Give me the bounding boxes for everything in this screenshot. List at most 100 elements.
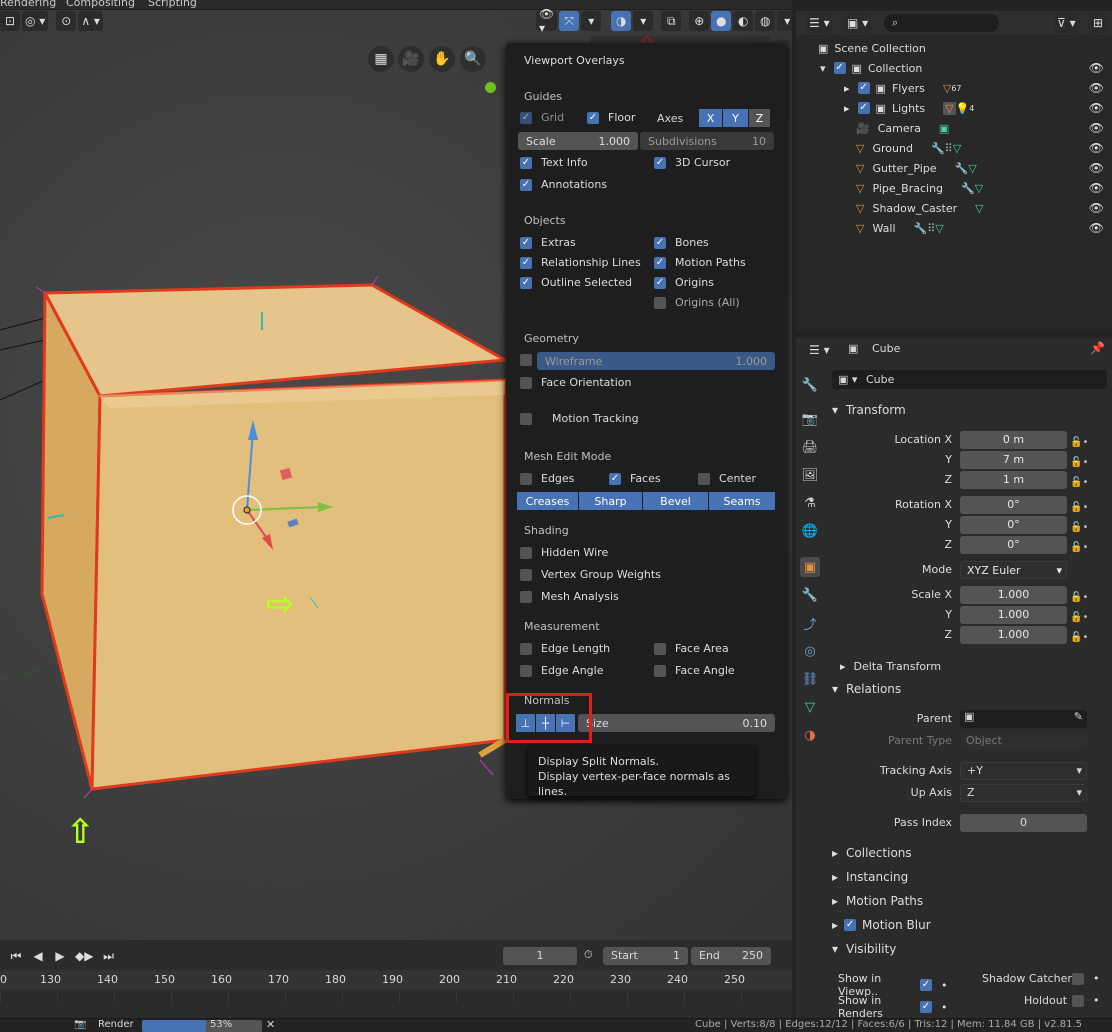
eye-icon[interactable]: 👁 xyxy=(1089,121,1104,135)
outliner-item-pipe-bracing[interactable]: ▽ Pipe_Bracing 🔧 ▽ 👁 xyxy=(796,178,1112,198)
keyframe-dot-icon[interactable]: • xyxy=(1093,972,1100,985)
object-name-field[interactable]: ▣ ▾ Cube xyxy=(832,370,1107,389)
floor-checkbox[interactable]: ✓ Floor xyxy=(587,111,635,124)
stopwatch-icon[interactable]: ⏱ xyxy=(584,948,593,962)
check-icon[interactable]: ✓ xyxy=(844,919,857,931)
pass-index-field[interactable]: 0 xyxy=(960,814,1087,832)
eye-icon[interactable]: 👁 xyxy=(1089,141,1104,155)
transform-panel-header[interactable]: ▾ Transform xyxy=(826,399,1112,421)
lock-icons-location[interactable]: 🔓• 🔓• 🔓• xyxy=(1070,433,1088,493)
eye-icon[interactable]: 👁 xyxy=(1089,181,1104,195)
outliner-search-input[interactable]: ⌕ xyxy=(884,14,999,32)
rotation-x-field[interactable]: 0° xyxy=(960,496,1067,514)
eyedropper-icon[interactable]: ✎ xyxy=(1074,710,1083,723)
bones-checkbox[interactable]: ✓ Bones xyxy=(654,236,709,249)
relationship-lines-checkbox[interactable]: ✓ Relationship Lines xyxy=(520,256,641,269)
end-frame-field[interactable]: End 250 xyxy=(691,947,771,965)
empty-checkbox-icon[interactable] xyxy=(1072,972,1084,985)
outline-selected-checkbox[interactable]: ✓ Outline Selected xyxy=(520,276,632,289)
grid-checkbox[interactable]: ✓ Grid xyxy=(520,111,564,124)
eye-icon[interactable]: 👁 xyxy=(1089,161,1104,175)
location-z-field[interactable]: 1 m xyxy=(960,471,1067,489)
pin-icon[interactable]: 📌 xyxy=(1090,341,1105,355)
render-tab-icon[interactable]: 📷 xyxy=(800,409,820,429)
check-icon[interactable]: ✓ xyxy=(857,102,870,114)
axis-y-toggle[interactable]: Y xyxy=(723,109,749,127)
scale-x-field[interactable]: 1.000 xyxy=(960,586,1067,604)
keyframe-dot-icon[interactable]: • xyxy=(1093,994,1100,1007)
eye-icon[interactable]: 👁 xyxy=(1089,61,1104,75)
eye-icon[interactable]: 👁 xyxy=(1089,101,1104,115)
jump-start-icon[interactable]: ⏮ xyxy=(6,946,26,966)
rotation-mode-dropdown[interactable]: XYZ Euler ▾ xyxy=(960,561,1067,579)
outliner-item-ground[interactable]: ▽ Ground 🔧 ⠿ ▽ 👁 xyxy=(796,138,1112,158)
jump-end-icon[interactable]: ⏭ xyxy=(98,946,119,966)
parent-field[interactable]: ▣ ✎ xyxy=(960,710,1087,728)
center-checkbox[interactable]: Center xyxy=(698,472,756,485)
keyframe-dot-icon[interactable]: • xyxy=(941,1001,948,1014)
physics-tab-icon[interactable]: ◎ xyxy=(800,641,820,661)
outliner-item-flyers[interactable]: ▸ ✓ ▣ Flyers ▽ 67 👁 xyxy=(796,78,1112,98)
eye-icon[interactable]: 👁 xyxy=(1089,221,1104,235)
seams-toggle[interactable]: Seams xyxy=(709,492,775,510)
face-area-checkbox[interactable]: Face Area xyxy=(654,642,729,655)
output-tab-icon[interactable]: 🖨 xyxy=(800,437,820,457)
view-layer-tab-icon[interactable]: 🖼 xyxy=(800,465,820,485)
axis-x-toggle[interactable]: X xyxy=(699,109,723,127)
outliner-item-camera[interactable]: 🎥 Camera ▣ 👁 xyxy=(796,118,1112,138)
motion-blur-panel-header[interactable]: ▸ ✓ Motion Blur xyxy=(826,914,1112,936)
scale-z-field[interactable]: 1.000 xyxy=(960,626,1067,644)
annotations-checkbox[interactable]: ✓ Annotations xyxy=(520,178,607,191)
outliner-item-collection[interactable]: ▾ ✓ ▣ Collection 👁 xyxy=(796,58,1112,78)
keyframe-dot-icon[interactable]: • xyxy=(941,979,948,992)
editor-type-icon[interactable]: ☰ ▾ xyxy=(806,13,833,33)
next-keyframe-icon[interactable]: ◆▶ xyxy=(72,946,97,966)
editor-type-icon[interactable]: ☰ ▾ xyxy=(806,340,833,360)
constraints-tab-icon[interactable]: ⛓ xyxy=(800,669,820,689)
vertex-group-weights-checkbox[interactable]: Vertex Group Weights xyxy=(520,568,661,581)
frame-ruler[interactable]: 0 130 140 150 160 170 180 190 200 210 22… xyxy=(0,970,792,990)
delta-transform-header[interactable]: ▸ Delta Transform xyxy=(840,655,1112,677)
data-tab-icon[interactable]: ▽ xyxy=(800,697,820,717)
object-tab-icon[interactable]: ▣ xyxy=(800,557,820,577)
creases-toggle[interactable]: Creases xyxy=(517,492,579,510)
outliner-scene-collection[interactable]: ▣ Scene Collection xyxy=(796,38,1112,58)
outliner-item-wall[interactable]: ▽ Wall 🔧 ⠿ ▽ 👁 xyxy=(796,218,1112,238)
face-angle-checkbox[interactable]: Face Angle xyxy=(654,664,735,677)
instancing-panel-header[interactable]: ▸ Instancing xyxy=(826,866,1112,888)
extras-checkbox[interactable]: ✓ Extras xyxy=(520,236,576,249)
edges-checkbox[interactable]: Edges xyxy=(520,472,574,485)
origins-checkbox[interactable]: ✓ Origins xyxy=(654,276,714,289)
visibility-panel-header[interactable]: ▾ Visibility xyxy=(826,938,1112,960)
up-axis-dropdown[interactable]: Z ▾ xyxy=(960,784,1087,802)
faces-checkbox[interactable]: ✓ Faces xyxy=(609,472,661,485)
text-info-checkbox[interactable]: ✓ Text Info xyxy=(520,156,588,169)
location-x-field[interactable]: 0 m xyxy=(960,431,1067,449)
origins-all-checkbox[interactable]: Origins (All) xyxy=(654,296,740,309)
eye-icon[interactable]: 👁 xyxy=(1089,81,1104,95)
mesh-analysis-checkbox[interactable]: Mesh Analysis xyxy=(520,590,619,603)
edge-length-checkbox[interactable]: Edge Length xyxy=(520,642,610,655)
empty-checkbox-icon[interactable] xyxy=(1072,994,1084,1007)
world-tab-icon[interactable]: 🌐 xyxy=(800,521,820,541)
rotation-z-field[interactable]: 0° xyxy=(960,536,1067,554)
check-icon[interactable]: ✓ xyxy=(833,62,846,74)
new-collection-icon[interactable]: ⊞ xyxy=(1088,13,1108,33)
filter-icon[interactable]: ⊽ ▾ xyxy=(1054,13,1079,33)
motion-paths-checkbox[interactable]: ✓ Motion Paths xyxy=(654,256,746,269)
play-reverse-icon[interactable]: ◀ xyxy=(28,946,48,966)
bevel-toggle[interactable]: Bevel xyxy=(643,492,709,510)
tool-tab-icon[interactable]: 🔧 xyxy=(800,375,820,395)
motion-paths-panel-header[interactable]: ▸ Motion Paths xyxy=(826,890,1112,912)
start-frame-field[interactable]: Start 1 xyxy=(603,947,688,965)
scene-tab-icon[interactable]: ⚗ xyxy=(800,493,820,513)
modifier-tab-icon[interactable]: 🔧 xyxy=(800,585,820,605)
check-icon[interactable]: ✓ xyxy=(857,82,870,94)
sharp-toggle[interactable]: Sharp xyxy=(579,492,643,510)
outliner-item-shadow-caster[interactable]: ▽ Shadow_Caster ▽ 👁 xyxy=(796,198,1112,218)
face-orientation-checkbox[interactable]: Face Orientation xyxy=(520,376,631,389)
wireframe-slider[interactable]: Wireframe 1.000 xyxy=(537,352,775,370)
scale-y-field[interactable]: 1.000 xyxy=(960,606,1067,624)
tracking-axis-dropdown[interactable]: +Y ▾ xyxy=(960,762,1087,780)
location-y-field[interactable]: 7 m xyxy=(960,451,1067,469)
